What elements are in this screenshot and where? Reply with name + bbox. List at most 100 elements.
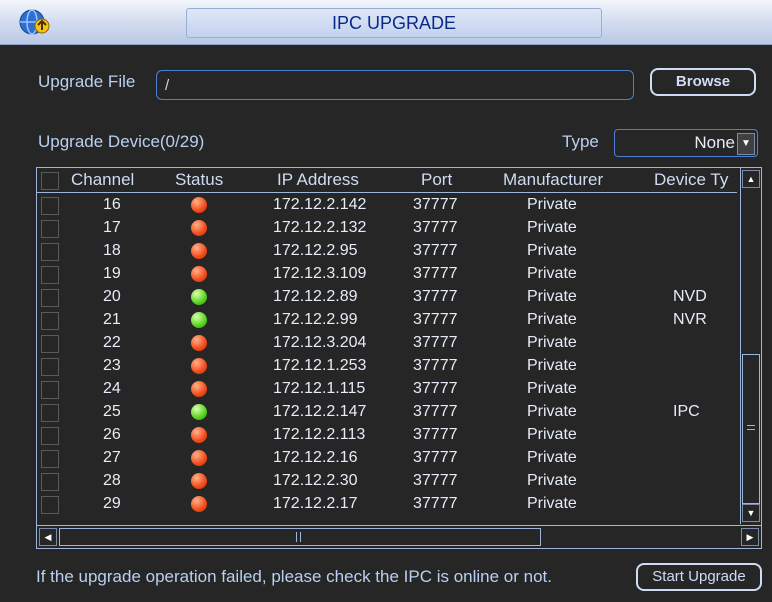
footer-message: If the upgrade operation failed, please …	[36, 567, 552, 586]
cell-channel: 19	[103, 265, 121, 282]
table-row[interactable]: 28 172.12.2.30 37777 Private	[37, 470, 737, 493]
table-row[interactable]: 29 172.12.2.17 37777 Private	[37, 493, 737, 516]
column-header-manufacturer[interactable]: Manufacturer	[503, 170, 603, 190]
cell-ip-address: 172.12.1.115	[273, 380, 366, 397]
status-offline-icon	[191, 496, 207, 512]
cell-channel: 24	[103, 380, 121, 397]
cell-ip-address: 172.12.2.142	[273, 196, 367, 213]
column-header-device-type[interactable]: Device Ty	[654, 170, 728, 190]
table-header: Channel Status IP Address Port Manufactu…	[37, 168, 737, 193]
cell-ip-address: 172.12.3.109	[273, 265, 367, 282]
table-row[interactable]: 26 172.12.2.113 37777 Private	[37, 424, 737, 447]
browse-button[interactable]: Browse	[650, 68, 756, 96]
cell-channel: 28	[103, 472, 121, 489]
horizontal-scrollbar[interactable]: ◀ ▶	[37, 525, 761, 548]
cell-manufacturer: Private	[527, 495, 577, 512]
cell-ip-address: 172.12.2.89	[273, 288, 358, 305]
window-title: IPC UPGRADE	[186, 8, 602, 38]
vertical-scroll-thumb[interactable]	[742, 354, 760, 504]
row-checkbox[interactable]	[41, 404, 59, 422]
ipc-upgrade-window: IPC UPGRADE Upgrade File / Browse Upgrad…	[0, 0, 772, 602]
cell-port: 37777	[413, 403, 458, 420]
cell-port: 37777	[413, 334, 458, 351]
row-checkbox[interactable]	[41, 381, 59, 399]
cell-manufacturer: Private	[527, 380, 577, 397]
cell-port: 37777	[413, 472, 458, 489]
status-online-icon	[191, 404, 207, 420]
type-select[interactable]: None ▼	[614, 129, 758, 157]
table-row[interactable]: 25 172.12.2.147 37777 Private IPC	[37, 401, 737, 424]
cell-manufacturer: Private	[527, 242, 577, 259]
cell-channel: 20	[103, 288, 121, 305]
cell-device-type: IPC	[673, 403, 700, 420]
cell-manufacturer: Private	[527, 311, 577, 328]
cell-device-type: NVD	[673, 288, 707, 305]
row-checkbox[interactable]	[41, 358, 59, 376]
cell-ip-address: 172.12.2.30	[273, 472, 358, 489]
chevron-down-icon[interactable]: ▼	[737, 133, 755, 155]
cell-channel: 26	[103, 426, 121, 443]
row-checkbox[interactable]	[41, 473, 59, 491]
cell-channel: 22	[103, 334, 121, 351]
table-row[interactable]: 23 172.12.1.253 37777 Private	[37, 355, 737, 378]
cell-port: 37777	[413, 288, 458, 305]
column-header-ip[interactable]: IP Address	[277, 170, 359, 190]
table-row[interactable]: 24 172.12.1.115 37777 Private	[37, 378, 737, 401]
cell-ip-address: 172.12.2.113	[273, 426, 366, 443]
cell-channel: 16	[103, 196, 121, 213]
cell-ip-address: 172.12.2.99	[273, 311, 358, 328]
cell-ip-address: 172.12.2.132	[273, 219, 367, 236]
row-checkbox[interactable]	[41, 427, 59, 445]
column-header-port[interactable]: Port	[421, 170, 452, 190]
cell-port: 37777	[413, 449, 458, 466]
scroll-up-icon[interactable]: ▲	[742, 170, 760, 188]
cell-ip-address: 172.12.2.147	[273, 403, 367, 420]
table-row[interactable]: 17 172.12.2.132 37777 Private	[37, 217, 737, 240]
cell-manufacturer: Private	[527, 265, 577, 282]
row-checkbox[interactable]	[41, 312, 59, 330]
cell-port: 37777	[413, 265, 458, 282]
cell-manufacturer: Private	[527, 357, 577, 374]
cell-port: 37777	[413, 311, 458, 328]
table-row[interactable]: 22 172.12.3.204 37777 Private	[37, 332, 737, 355]
cell-ip-address: 172.12.2.16	[273, 449, 358, 466]
table-row[interactable]: 21 172.12.2.99 37777 Private NVR	[37, 309, 737, 332]
upgrade-file-input[interactable]: /	[156, 70, 634, 100]
column-header-status[interactable]: Status	[175, 170, 223, 190]
select-all-checkbox[interactable]	[41, 172, 59, 190]
device-table: Channel Status IP Address Port Manufactu…	[36, 167, 762, 549]
upgrade-device-label: Upgrade Device(0/29)	[38, 132, 205, 151]
row-checkbox[interactable]	[41, 496, 59, 514]
column-header-channel[interactable]: Channel	[71, 170, 134, 190]
row-checkbox[interactable]	[41, 450, 59, 468]
row-checkbox[interactable]	[41, 289, 59, 307]
cell-port: 37777	[413, 357, 458, 374]
status-offline-icon	[191, 473, 207, 489]
row-checkbox[interactable]	[41, 220, 59, 238]
row-checkbox[interactable]	[41, 243, 59, 261]
cell-manufacturer: Private	[527, 426, 577, 443]
title-bar: IPC UPGRADE	[0, 0, 772, 45]
scroll-left-icon[interactable]: ◀	[39, 528, 57, 546]
scroll-right-icon[interactable]: ▶	[741, 528, 759, 546]
cell-manufacturer: Private	[527, 334, 577, 351]
cell-manufacturer: Private	[527, 403, 577, 420]
globe-arrow-icon	[19, 9, 50, 35]
status-offline-icon	[191, 266, 207, 282]
status-online-icon	[191, 289, 207, 305]
table-row[interactable]: 20 172.12.2.89 37777 Private NVD	[37, 286, 737, 309]
status-offline-icon	[191, 427, 207, 443]
start-upgrade-button[interactable]: Start Upgrade	[636, 563, 762, 591]
table-row[interactable]: 19 172.12.3.109 37777 Private	[37, 263, 737, 286]
row-checkbox[interactable]	[41, 197, 59, 215]
vertical-scrollbar[interactable]: ▲ ▼	[740, 168, 761, 524]
row-checkbox[interactable]	[41, 266, 59, 284]
table-row[interactable]: 16 172.12.2.142 37777 Private	[37, 194, 737, 217]
row-checkbox[interactable]	[41, 335, 59, 353]
horizontal-scroll-thumb[interactable]	[59, 528, 541, 546]
type-label: Type	[562, 132, 599, 151]
scroll-down-icon[interactable]: ▼	[742, 504, 760, 522]
table-row[interactable]: 18 172.12.2.95 37777 Private	[37, 240, 737, 263]
cell-channel: 18	[103, 242, 121, 259]
table-row[interactable]: 27 172.12.2.16 37777 Private	[37, 447, 737, 470]
